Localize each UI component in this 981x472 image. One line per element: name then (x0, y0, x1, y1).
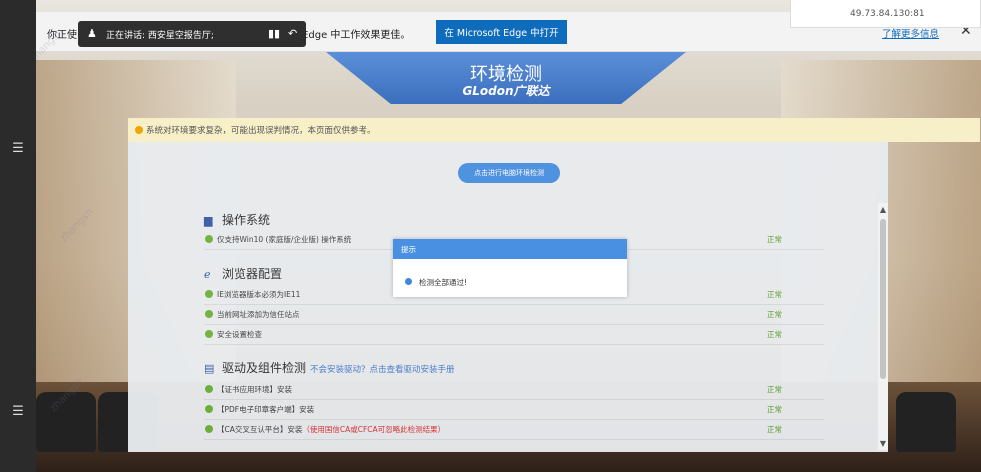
row-label: 【PDF电子印章客户端】安装 (217, 405, 315, 414)
status-dot-icon (205, 310, 213, 318)
ip-address: 49.73.84.130:81 (850, 9, 925, 19)
row-label: IE浏览器版本必须为IE11 (217, 290, 301, 299)
dialog-message-text: 检测全部通过! (419, 278, 468, 287)
monitor-icon: ▆ (204, 214, 213, 227)
meeting-speaking-indicator: ♟ 正在讲话: 西安星空报告厅; ▮▮ ↶ (78, 21, 306, 47)
row-status: 正常 (767, 235, 782, 244)
table-row: 当前网址添加为信任站点 正常 (204, 305, 824, 325)
row-status: 正常 (767, 330, 782, 339)
row-status: 正常 (767, 290, 782, 299)
printer-icon: ▤ (204, 362, 215, 375)
speaker-avatar-icon: ♟ (87, 27, 97, 40)
scroll-down-icon[interactable]: ▼ (878, 439, 888, 448)
ie-icon: ℯ (204, 268, 211, 281)
table-row: 【CA交叉互认平台】安装（使用国信CA或CFCA可忽略此检测结果） 正常 (204, 420, 824, 440)
ip-overlay: 49.73.84.130:81 (790, 0, 981, 28)
scroll-thumb[interactable] (880, 219, 886, 379)
row-status: 正常 (767, 405, 782, 414)
section-title-browser: ℯ 浏览器配置 (204, 265, 282, 282)
page-viewport: 你正使 icrosoft Edge 中工作效果更佳。 在 Microsoft E… (36, 0, 981, 472)
driver-manual-link[interactable]: 不会安装驱动？点击查看驱动安装手册 (310, 365, 455, 375)
dialog-message: 检测全部通过! (405, 277, 467, 288)
row-status: 正常 (767, 425, 782, 434)
table-row: 【PDF电子印章客户端】安装 正常 (204, 400, 824, 420)
section-title-text: 驱动及组件检测 (222, 361, 307, 375)
status-dot-icon (205, 235, 213, 243)
learn-more-link[interactable]: 了解更多信息 (882, 26, 939, 40)
row-label: 仅支持Win10 (家庭版/企业版) 操作系统 (217, 235, 352, 244)
status-dot-icon (205, 290, 213, 298)
open-in-edge-button[interactable]: 在 Microsoft Edge 中打开 (436, 20, 567, 44)
row-status: 正常 (767, 310, 782, 319)
row-label-text: 【CA交叉互认平台】安装 (217, 425, 303, 434)
collapse-icon[interactable]: ↶ (288, 27, 297, 40)
section-title-drivers: ▤ 驱动及组件检测 不会安装驱动？点击查看驱动安装手册 (204, 359, 455, 376)
section-title-os: ▆ 操作系统 (204, 211, 270, 228)
banner: 环境检测 GLodon广联达 (326, 52, 686, 104)
status-dot-icon (205, 385, 213, 393)
chair-image (896, 392, 956, 452)
result-dialog: 提示 检测全部通过! (393, 239, 627, 297)
table-row: 安全设置检查 正常 (204, 325, 824, 345)
page-scrollbar[interactable]: ▲ ▼ (878, 203, 888, 450)
warning-icon (135, 126, 143, 134)
dialog-title: 提示 (393, 239, 627, 259)
row-label: 【CA交叉互认平台】安装（使用国信CA或CFCA可忽略此检测结果） (217, 424, 445, 435)
row-label: 安全设置检查 (217, 330, 262, 339)
menu-icon-bottom[interactable]: ☰ (9, 403, 27, 421)
table-row: 【证书应用环境】安装 正常 (204, 380, 824, 400)
section-title-text: 操作系统 (222, 213, 271, 227)
row-label: 【证书应用环境】安装 (217, 385, 292, 394)
detection-panel: 点击进行电脑环境检测 ▆ 操作系统 仅支持Win10 (家庭版/企业版) 操作系统… (128, 142, 888, 452)
row-label: 当前网址添加为信任站点 (217, 310, 300, 319)
speaking-text: 正在讲话: 西安星空报告厅; (106, 31, 214, 41)
row-note: （使用国信CA或CFCA可忽略此检测结果） (302, 425, 446, 434)
info-dot-icon (405, 278, 412, 285)
status-dot-icon (205, 330, 213, 338)
scroll-up-icon[interactable]: ▲ (878, 205, 888, 214)
row-status: 正常 (767, 385, 782, 394)
status-dot-icon (205, 405, 213, 413)
audio-icon: ▮▮ (268, 27, 281, 40)
brand-logo: GLodon广联达 (462, 84, 550, 98)
notice-text: 系统对环境要求复杂，可能出现误判情况，本页面仅供参考。 (146, 126, 376, 136)
menu-icon[interactable]: ☰ (9, 140, 27, 158)
section-title-text: 浏览器配置 (222, 267, 283, 281)
notice-bar: 系统对环境要求复杂，可能出现误判情况，本页面仅供参考。 (128, 118, 980, 142)
status-dot-icon (205, 425, 213, 433)
run-check-button[interactable]: 点击进行电脑环境检测 (458, 163, 560, 183)
left-strip: ☰ ☰ (0, 0, 36, 472)
